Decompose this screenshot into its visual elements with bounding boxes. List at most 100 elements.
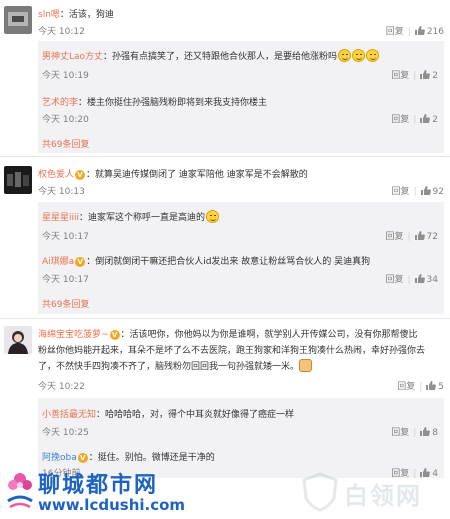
vip-badge-icon: V bbox=[109, 330, 120, 340]
date-prefix: 今天 bbox=[42, 232, 61, 242]
date-prefix: 今天 bbox=[38, 382, 57, 392]
reply-username[interactable]: 小善括最无知 bbox=[42, 410, 96, 420]
reply-button[interactable]: 回复 bbox=[386, 27, 404, 37]
reply-list: 星星星iiii：迪家军这个称呼一直是高迪的 今天 10:17 回复 | 72 Ai琪… bbox=[38, 202, 444, 314]
reply-username[interactable]: 男神丈Lao方丈 bbox=[42, 52, 103, 62]
thumb-up-icon bbox=[420, 70, 431, 79]
reply-time: 10:17 bbox=[62, 232, 89, 242]
like-count: 8 bbox=[432, 428, 438, 438]
reply-list: 男神丈Lao方丈：孙强有点搞笑了，还又特跟他合伙那人，是要给他涨粉吗 今天 10… bbox=[38, 41, 444, 153]
reply-username[interactable]: 阿挽oba bbox=[42, 453, 77, 463]
thumb-up-icon bbox=[420, 427, 431, 436]
like-count: 5 bbox=[438, 382, 444, 392]
smile-emoji-icon bbox=[366, 49, 380, 62]
like-button[interactable]: 5 bbox=[426, 381, 444, 392]
reply-button[interactable]: 回复 bbox=[397, 382, 415, 392]
reply-text: ：倒闭就倒闭干嘛还把合伙人id发出来 故意让粉丝骂合伙人的 吴迪真狗 bbox=[86, 257, 371, 267]
divider bbox=[0, 156, 450, 157]
site-watermark: 聊城都市网 www.lcdushi.com bbox=[4, 467, 234, 515]
like-button[interactable]: 92 bbox=[420, 186, 444, 197]
reply-time: 10:19 bbox=[62, 71, 89, 81]
comment-username[interactable]: sln嗯 bbox=[38, 10, 60, 20]
date-prefix: 今天 bbox=[42, 275, 61, 285]
date-prefix: 今天 bbox=[42, 428, 61, 438]
like-count: 92 bbox=[432, 187, 444, 197]
smile-emoji-icon bbox=[206, 210, 220, 223]
comment-time: 10:22 bbox=[58, 382, 85, 392]
more-replies-link[interactable]: 共69条回复 bbox=[42, 137, 444, 150]
like-button[interactable]: 8 bbox=[420, 427, 438, 438]
like-count: 2 bbox=[432, 115, 438, 125]
reply-item: 阿挽oba V ：挺住。别怕。微博还是干净的 bbox=[42, 450, 444, 463]
thumb-up-icon bbox=[420, 114, 431, 123]
flower-logo-icon bbox=[7, 473, 33, 509]
thumb-up-icon bbox=[414, 26, 425, 35]
like-count: 34 bbox=[426, 275, 438, 285]
reply-username[interactable]: 艺术的李 bbox=[42, 98, 78, 108]
date-prefix: 今天 bbox=[42, 115, 61, 125]
reply-item: 艺术的李：楼主你挺住孙强脑残粉即将到来我支持你楼主 bbox=[42, 95, 444, 108]
like-button[interactable]: 2 bbox=[420, 114, 438, 125]
thumb-up-icon bbox=[414, 274, 425, 283]
comment-username[interactable]: 权色爱人 bbox=[38, 170, 74, 180]
comment-item: sln嗯：活该，狗迪 今天 10:12 回复 | 216 bbox=[0, 0, 450, 40]
date-prefix: 今天 bbox=[38, 187, 57, 197]
watermark-site-name: 聊城都市网 bbox=[38, 473, 159, 498]
comment-item: 海绵宝宝吃菠萝~ V ：活该吧你，你他妈以为你是谁啊，就学别人开传媒公司，没有你那帮… bbox=[0, 322, 450, 394]
more-replies-link[interactable]: 共69条回复 bbox=[42, 297, 444, 310]
divider bbox=[0, 318, 450, 319]
date-prefix: 今天 bbox=[38, 27, 57, 37]
reply-text: ：挺住。别怕。微博还是干净的 bbox=[88, 453, 215, 463]
reply-text: ：迪家军这个称呼一直是高迪的 bbox=[79, 213, 206, 223]
like-count: 72 bbox=[426, 232, 438, 242]
watermark-right-text: 白领网 bbox=[344, 482, 422, 510]
comment-text: ：就算吴迪传媒倒闭了 迪家军陪他 迪家军是不会解散的 bbox=[86, 170, 308, 180]
thumb-up-icon bbox=[426, 381, 437, 390]
like-button[interactable]: 72 bbox=[414, 231, 438, 242]
watermark-site-url: www.lcdushi.com bbox=[38, 496, 186, 514]
comment-item: 权色爱人 V ：就算吴迪传媒倒闭了 迪家军陪他 迪家军是不会解散的 今天 10:13… bbox=[0, 160, 450, 200]
comment-text: 了，不然快手四狗凑不齐了，脑残粉勿回回我一句孙强就矮一米。 bbox=[38, 362, 300, 372]
reply-item: 小善括最无知：哈哈哈哈，对，得个中耳炎就好像得了癌症一样 bbox=[42, 407, 444, 420]
reply-button[interactable]: 回复 bbox=[385, 275, 403, 285]
thumb-up-icon bbox=[420, 186, 431, 195]
like-button[interactable]: 34 bbox=[414, 274, 438, 285]
reply-item: 星星星iiii：迪家军这个称呼一直是高迪的 bbox=[42, 210, 444, 223]
reply-time: 10:25 bbox=[62, 428, 89, 438]
like-count: 216 bbox=[426, 27, 444, 37]
reply-list: 小善括最无知：哈哈哈哈，对，得个中耳炎就好像得了癌症一样 今天 10:25 回复… bbox=[38, 398, 444, 479]
avatar[interactable] bbox=[4, 326, 32, 354]
avatar[interactable] bbox=[4, 6, 32, 34]
cat-emoji-icon bbox=[299, 359, 313, 372]
comment-text: 粉丝你他妈能开起来，耳朵不是坏了么不去医院，跑王狗家和洋狗王狗凑什么热闹，幸好孙… bbox=[38, 346, 426, 356]
date-prefix: 今天 bbox=[42, 71, 61, 81]
reply-time: 10:20 bbox=[62, 115, 89, 125]
smile-emoji-icon bbox=[338, 49, 352, 62]
comment-text: ：活该，狗迪 bbox=[59, 10, 114, 20]
reply-item: 男神丈Lao方丈：孙强有点搞笑了，还又特跟他合伙那人，是要给他涨粉吗 bbox=[42, 49, 444, 62]
reply-button[interactable]: 回复 bbox=[385, 232, 403, 242]
like-button[interactable]: 2 bbox=[420, 70, 438, 81]
like-button[interactable]: 216 bbox=[414, 26, 444, 37]
comment-time: 10:12 bbox=[58, 27, 85, 37]
vip-badge-icon: V bbox=[77, 453, 88, 463]
reply-button[interactable]: 回复 bbox=[391, 115, 409, 125]
like-count: 2 bbox=[432, 71, 438, 81]
avatar[interactable] bbox=[4, 166, 32, 194]
reply-text: ：孙强有点搞笑了，还又特跟他合伙那人，是要给他涨粉吗 bbox=[103, 52, 338, 62]
reply-username[interactable]: 星星星iiii bbox=[42, 213, 79, 223]
thumb-up-icon bbox=[414, 231, 425, 240]
vip-badge-icon: V bbox=[75, 257, 86, 267]
reply-text: ：哈哈哈哈，对，得个中耳炎就好像得了癌症一样 bbox=[96, 410, 295, 420]
comment-text: ：活该吧你，你他妈以为你是谁啊，就学别人开传媒公司，没有你那帮傻比 bbox=[120, 330, 418, 340]
shield-logo-icon bbox=[302, 472, 338, 512]
comment-username[interactable]: 海绵宝宝吃菠萝~ bbox=[38, 330, 109, 340]
reply-item: Ai琪娜a V ：倒闭就倒闭干嘛还把合伙人id发出来 故意让粉丝骂合伙人的 吴迪真狗 bbox=[42, 254, 444, 267]
reply-button[interactable]: 回复 bbox=[391, 71, 409, 81]
reply-button[interactable]: 回复 bbox=[391, 187, 409, 197]
vip-badge-icon: V bbox=[75, 170, 86, 180]
faint-watermark: 白领网 bbox=[300, 470, 450, 515]
reply-button[interactable]: 回复 bbox=[391, 428, 409, 438]
reply-username[interactable]: Ai琪娜a bbox=[42, 257, 74, 267]
reply-time: 10:17 bbox=[62, 275, 89, 285]
